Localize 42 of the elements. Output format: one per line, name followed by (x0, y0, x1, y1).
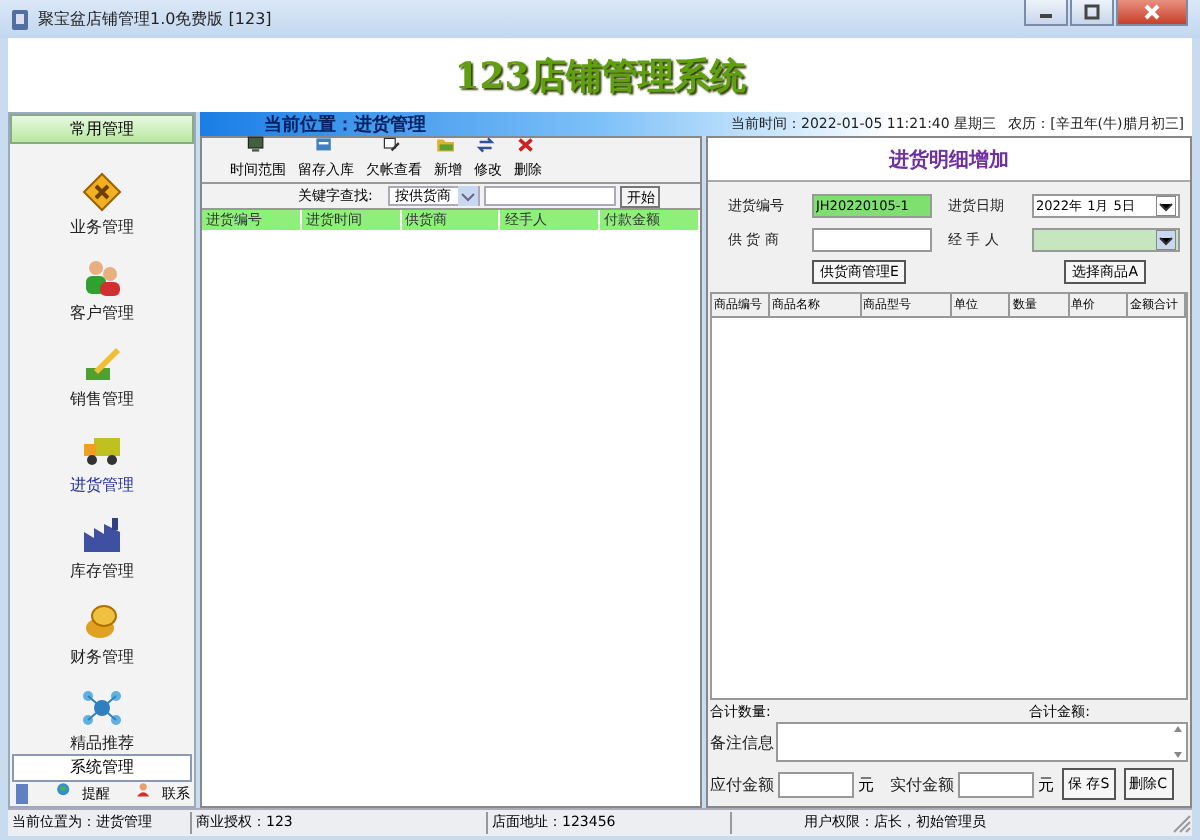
field-label: 备注信息 (710, 731, 774, 753)
diamond-icon (82, 171, 122, 211)
app-icon (10, 7, 30, 31)
people-icon (82, 257, 122, 297)
app-title: 123店铺管理系统 (454, 53, 746, 99)
dropdown-field[interactable] (1032, 228, 1180, 252)
maximize-icon (1084, 4, 1100, 20)
close-button[interactable] (1116, 0, 1188, 26)
field-label: 应付金额 (710, 773, 774, 795)
location-label: 当前位置：进货管理 (264, 112, 426, 137)
dropdown-icon (458, 186, 479, 206)
dropdown-icon (1156, 196, 1176, 216)
sidebar-item[interactable]: 精品推荐 (70, 687, 134, 753)
field-label: 实付金额 (890, 773, 954, 795)
sidebar-footer-button[interactable]: 系统管理 (12, 753, 192, 782)
sidebar-item[interactable]: 销售管理 (70, 343, 134, 409)
unit-label: 元 (858, 773, 874, 795)
minimize-button[interactable] (1024, 0, 1068, 26)
scrollbar-icon (1172, 724, 1184, 760)
sidebar-item[interactable]: 业务管理 (70, 171, 134, 237)
maximize-button[interactable] (1070, 0, 1114, 26)
search-field[interactable] (484, 186, 617, 206)
close-icon (1144, 4, 1160, 20)
sidebar-item[interactable]: 进货管理 (70, 429, 134, 495)
factory-icon (82, 515, 122, 555)
document-icon (14, 782, 30, 806)
pen-icon (82, 343, 122, 383)
panel-title: 进货明细增加 (708, 138, 1190, 182)
sidebar-item[interactable]: 客户管理 (70, 257, 134, 323)
coins-icon (82, 601, 122, 641)
sidebar-header[interactable]: 常用管理 (10, 114, 194, 143)
network-icon (82, 687, 122, 727)
window-title: 聚宝盆店铺管理1.0免费版 [123] (38, 8, 272, 30)
notes-field[interactable] (776, 722, 1188, 762)
dropdown-icon (1156, 230, 1176, 250)
resize-grip-icon (1172, 813, 1192, 833)
unit-label: 元 (1038, 773, 1054, 795)
sidebar-item[interactable]: 财务管理 (70, 601, 134, 667)
input-field[interactable] (778, 771, 854, 797)
input-field[interactable] (958, 771, 1034, 797)
sidebar-item[interactable]: 库存管理 (70, 515, 134, 581)
input-field[interactable] (812, 228, 932, 252)
